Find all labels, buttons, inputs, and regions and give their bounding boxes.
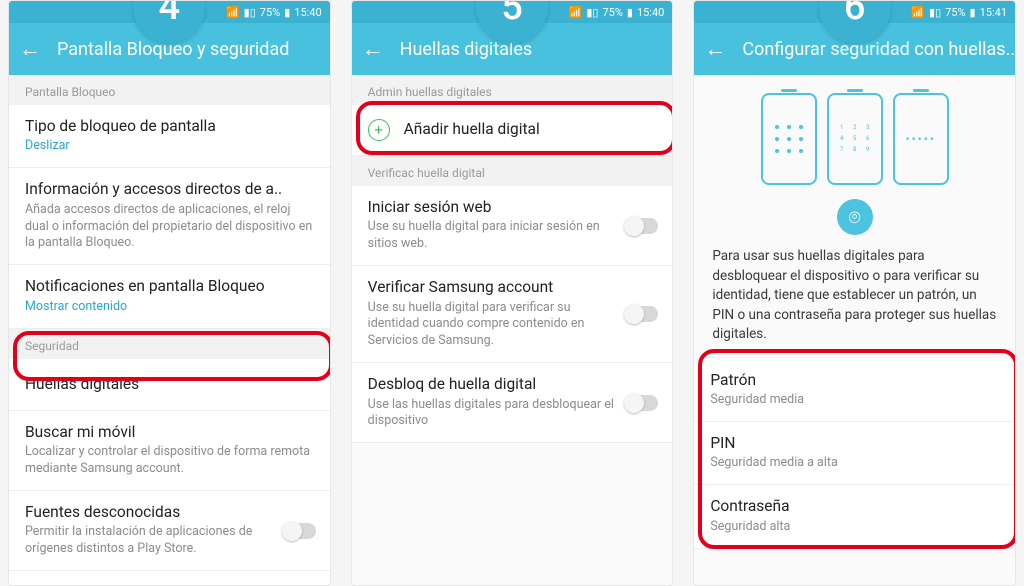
content-area: Pantalla Bloqueo Tipo de bloqueo de pant… <box>9 75 330 585</box>
signal-icon: ▮▯ <box>929 6 941 19</box>
explanation-text: Para usar sus huellas digitales para des… <box>694 239 1015 359</box>
content-area: 123456789 ••••• ⌾ Para usar sus huellas … <box>694 75 1015 585</box>
row-sub: Seguridad media <box>710 392 999 409</box>
row-info-shortcuts[interactable]: Información y accesos directos de a.. Añ… <box>9 168 330 265</box>
pattern-phone-icon <box>761 93 817 185</box>
row-sub: Mostrar contenido <box>25 299 314 316</box>
row-add-fingerprint[interactable]: + Añadir huella digital <box>352 105 673 156</box>
section-header-security: Seguridad <box>9 329 330 359</box>
battery-pct: 75% <box>260 6 280 19</box>
toggle-verify-samsung[interactable] <box>626 306 658 322</box>
wifi-icon: 📶 <box>226 6 240 19</box>
screen-6-setup-security: 6 📶 ▮▯ 75% ▮ 15:41 ← Configurar segurida… <box>693 0 1016 586</box>
page-title: Configurar seguridad con huellas... <box>742 39 1015 60</box>
clock: 15:40 <box>294 6 321 19</box>
row-fingerprints[interactable]: Huellas digitales <box>9 359 330 411</box>
row-unknown-sources[interactable]: Fuentes desconocidas Permitir la instala… <box>9 491 330 571</box>
row-title: Verificar Samsung account <box>368 278 617 297</box>
security-illustration: 123456789 ••••• <box>694 75 1015 193</box>
section-header-admin: Admin huellas digitales <box>352 75 673 105</box>
row-title: Contraseña <box>710 497 999 516</box>
signal-icon: ▮▯ <box>586 6 598 19</box>
row-title: PIN <box>710 434 999 453</box>
section-header-verify: Verificac huella digital <box>352 156 673 186</box>
toggle-web-signin[interactable] <box>626 218 658 234</box>
row-protect-encrypted[interactable]: Proteger datos cifrados <box>9 571 330 585</box>
toggle-fingerprint-unlock[interactable] <box>626 395 658 411</box>
row-title: Huellas digitales <box>25 375 314 394</box>
row-title: Desbloq de huella digital <box>368 375 617 394</box>
row-pin[interactable]: PIN Seguridad media a alta <box>694 422 1015 485</box>
row-sub: Use su huella digital para verificar su … <box>368 300 617 351</box>
row-sub: Permitir la instalación de aplicaciones … <box>25 524 274 558</box>
row-fingerprint-unlock[interactable]: Desbloq de huella digital Use las huella… <box>352 363 673 443</box>
clock: 15:40 <box>637 6 664 19</box>
battery-icon: ▮ <box>284 6 290 19</box>
row-title: Añadir huella digital <box>404 120 540 139</box>
row-title: Fuentes desconocidas <box>25 503 274 522</box>
screen-5-fingerprints: 5 📶 ▮▯ 75% ▮ 15:40 ← Huellas digitales A… <box>351 0 674 586</box>
row-title: Iniciar sesión web <box>368 198 617 217</box>
row-verify-samsung[interactable]: Verificar Samsung account Use su huella … <box>352 266 673 363</box>
row-web-signin[interactable]: Iniciar sesión web Use su huella digital… <box>352 186 673 266</box>
back-arrow-icon[interactable]: ← <box>362 36 384 62</box>
back-arrow-icon[interactable]: ← <box>704 36 726 62</box>
wifi-icon: 📶 <box>911 6 925 19</box>
row-title: Información y accesos directos de a.. <box>25 180 314 199</box>
row-sub: Seguridad media a alta <box>710 455 999 472</box>
row-password[interactable]: Contraseña Seguridad alta <box>694 485 1015 548</box>
row-find-my-mobile[interactable]: Buscar mi móvil Localizar y controlar el… <box>9 411 330 491</box>
row-sub: Use las huellas digitales para desbloque… <box>368 397 617 431</box>
signal-icon: ▮▯ <box>244 6 256 19</box>
battery-icon: ▮ <box>970 6 976 19</box>
row-title: Patrón <box>710 371 999 390</box>
row-notifications[interactable]: Notificaciones en pantalla Bloqueo Mostr… <box>9 265 330 328</box>
row-sub: Deslizar <box>25 138 314 155</box>
content-area: Admin huellas digitales + Añadir huella … <box>352 75 673 585</box>
wifi-icon: 📶 <box>569 6 583 19</box>
row-sub: Use su huella digital para iniciar sesió… <box>368 219 617 253</box>
toggle-unknown-sources[interactable] <box>284 523 316 539</box>
row-pattern[interactable]: Patrón Seguridad media <box>694 359 1015 422</box>
row-title: Tipo de bloqueo de pantalla <box>25 117 314 136</box>
back-arrow-icon[interactable]: ← <box>19 36 41 62</box>
pin-phone-icon: 123456789 <box>827 93 883 185</box>
section-header-lockscreen: Pantalla Bloqueo <box>9 75 330 105</box>
row-lock-type[interactable]: Tipo de bloqueo de pantalla Deslizar <box>9 105 330 168</box>
password-phone-icon: ••••• <box>893 93 949 185</box>
fingerprint-icon: ⌾ <box>837 199 873 235</box>
battery-pct: 75% <box>945 6 965 19</box>
row-title: Notificaciones en pantalla Bloqueo <box>25 277 314 296</box>
battery-pct: 75% <box>602 6 622 19</box>
clock: 15:41 <box>980 6 1007 19</box>
row-title: Buscar mi móvil <box>25 423 314 442</box>
plus-icon: + <box>368 119 390 141</box>
battery-icon: ▮ <box>627 6 633 19</box>
row-sub: Localizar y controlar el dispositivo de … <box>25 444 314 478</box>
row-sub: Seguridad alta <box>710 519 999 536</box>
row-title: Proteger datos cifrados <box>25 583 314 585</box>
row-sub: Añada accesos directos de aplicaciones, … <box>25 202 314 253</box>
screen-4-lockscreen-security: 4 📶 ▮▯ 75% ▮ 15:40 ← Pantalla Bloqueo y … <box>8 0 331 586</box>
